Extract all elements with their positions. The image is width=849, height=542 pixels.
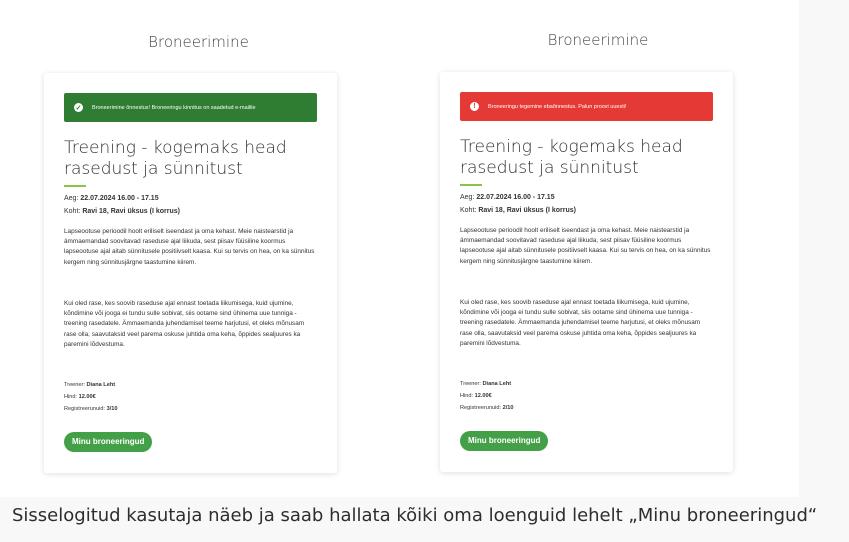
description-paragraph-2: Kui oled rase, kes soovib raseduse ajal … bbox=[460, 299, 701, 347]
trainer-label: Treener: bbox=[64, 382, 85, 388]
event-time: Aeg: 22.07.2024 16.00 - 17.15 bbox=[460, 194, 555, 201]
trainer-info: Treener: Diana Leht bbox=[64, 382, 115, 388]
registered-info: Registreerunuid: 2/10 bbox=[460, 405, 514, 411]
check-circle-icon: ✓ bbox=[74, 103, 83, 112]
panel-heading: Broneerimine bbox=[547, 31, 649, 49]
title-underline bbox=[460, 184, 482, 186]
description-paragraph-1: Lapseootuse perioodil hoolt eriliselt is… bbox=[460, 227, 711, 265]
error-alert: ! Broneeringu tegemine ebaõnnestus. Palu… bbox=[460, 92, 713, 121]
event-place: Koht: Ravi 18, Ravi üksus (I korrus) bbox=[460, 207, 576, 214]
price-label: Hind: bbox=[64, 394, 78, 400]
my-bookings-button[interactable]: Minu broneeringud bbox=[460, 431, 549, 451]
description-paragraph-1: Lapseootuse perioodil hoolt eriliselt is… bbox=[64, 228, 315, 266]
booking-panel-error: Broneerimine ! Broneeringu tegemine ebaõ… bbox=[397, 0, 799, 497]
time-label: Aeg: bbox=[460, 194, 475, 201]
title-underline bbox=[64, 185, 86, 187]
booking-card: ! Broneeringu tegemine ebaõnnestus. Palu… bbox=[440, 72, 733, 472]
place-value: Ravi 18, Ravi üksus (I korrus) bbox=[82, 208, 180, 215]
registered-value: 3/10 bbox=[106, 406, 118, 412]
trainer-label: Treener: bbox=[460, 381, 481, 387]
booking-panel-success: Broneerimine ✓ Broneerimine õnnestus! Br… bbox=[0, 0, 397, 497]
my-bookings-button[interactable]: Minu broneeringud bbox=[64, 432, 153, 452]
registered-label: Registreerunuid: bbox=[64, 406, 106, 412]
alert-text: Broneerimine õnnestus! Broneeringu kinni… bbox=[92, 104, 256, 111]
place-label: Koht: bbox=[64, 208, 81, 215]
trainer-value: Diana Leht bbox=[482, 381, 512, 387]
price-info: Hind: 12.00€ bbox=[460, 393, 492, 399]
price-value: 12.00€ bbox=[78, 394, 96, 400]
price-info: Hind: 12.00€ bbox=[64, 394, 96, 400]
description-paragraph-2: Kui oled rase, kes soovib raseduse ajal … bbox=[64, 300, 305, 348]
registered-label: Registreerunuid: bbox=[460, 405, 502, 411]
event-time: Aeg: 22.07.2024 16.00 - 17.15 bbox=[64, 195, 159, 202]
price-label: Hind: bbox=[460, 393, 474, 399]
success-alert: ✓ Broneerimine õnnestus! Broneeringu kin… bbox=[64, 93, 317, 122]
time-value: 22.07.2024 16.00 - 17.15 bbox=[476, 194, 555, 201]
time-value: 22.07.2024 16.00 - 17.15 bbox=[80, 195, 159, 202]
price-value: 12.00€ bbox=[474, 393, 492, 399]
trainer-info: Treener: Diana Leht bbox=[460, 381, 511, 387]
booking-card: ✓ Broneerimine õnnestus! Broneeringu kin… bbox=[44, 73, 337, 473]
place-label: Koht: bbox=[460, 207, 477, 214]
event-place: Koht: Ravi 18, Ravi üksus (I korrus) bbox=[64, 208, 180, 215]
event-title: Treening - kogemaks head rasedust ja sün… bbox=[460, 137, 683, 178]
registered-value: 2/10 bbox=[502, 405, 514, 411]
caption-text: Sisselogitud kasutaja näeb ja saab halla… bbox=[12, 505, 818, 526]
trainer-value: Diana Leht bbox=[86, 382, 116, 388]
time-label: Aeg: bbox=[64, 195, 79, 202]
error-circle-icon: ! bbox=[470, 102, 479, 111]
alert-text: Broneeringu tegemine ebaõnnestus. Palun … bbox=[488, 103, 627, 110]
event-title: Treening - kogemaks head rasedust ja sün… bbox=[64, 138, 287, 179]
panel-heading: Broneerimine bbox=[148, 33, 249, 51]
place-value: Ravi 18, Ravi üksus (I korrus) bbox=[478, 207, 576, 214]
registered-info: Registreerunuid: 3/10 bbox=[64, 406, 118, 412]
